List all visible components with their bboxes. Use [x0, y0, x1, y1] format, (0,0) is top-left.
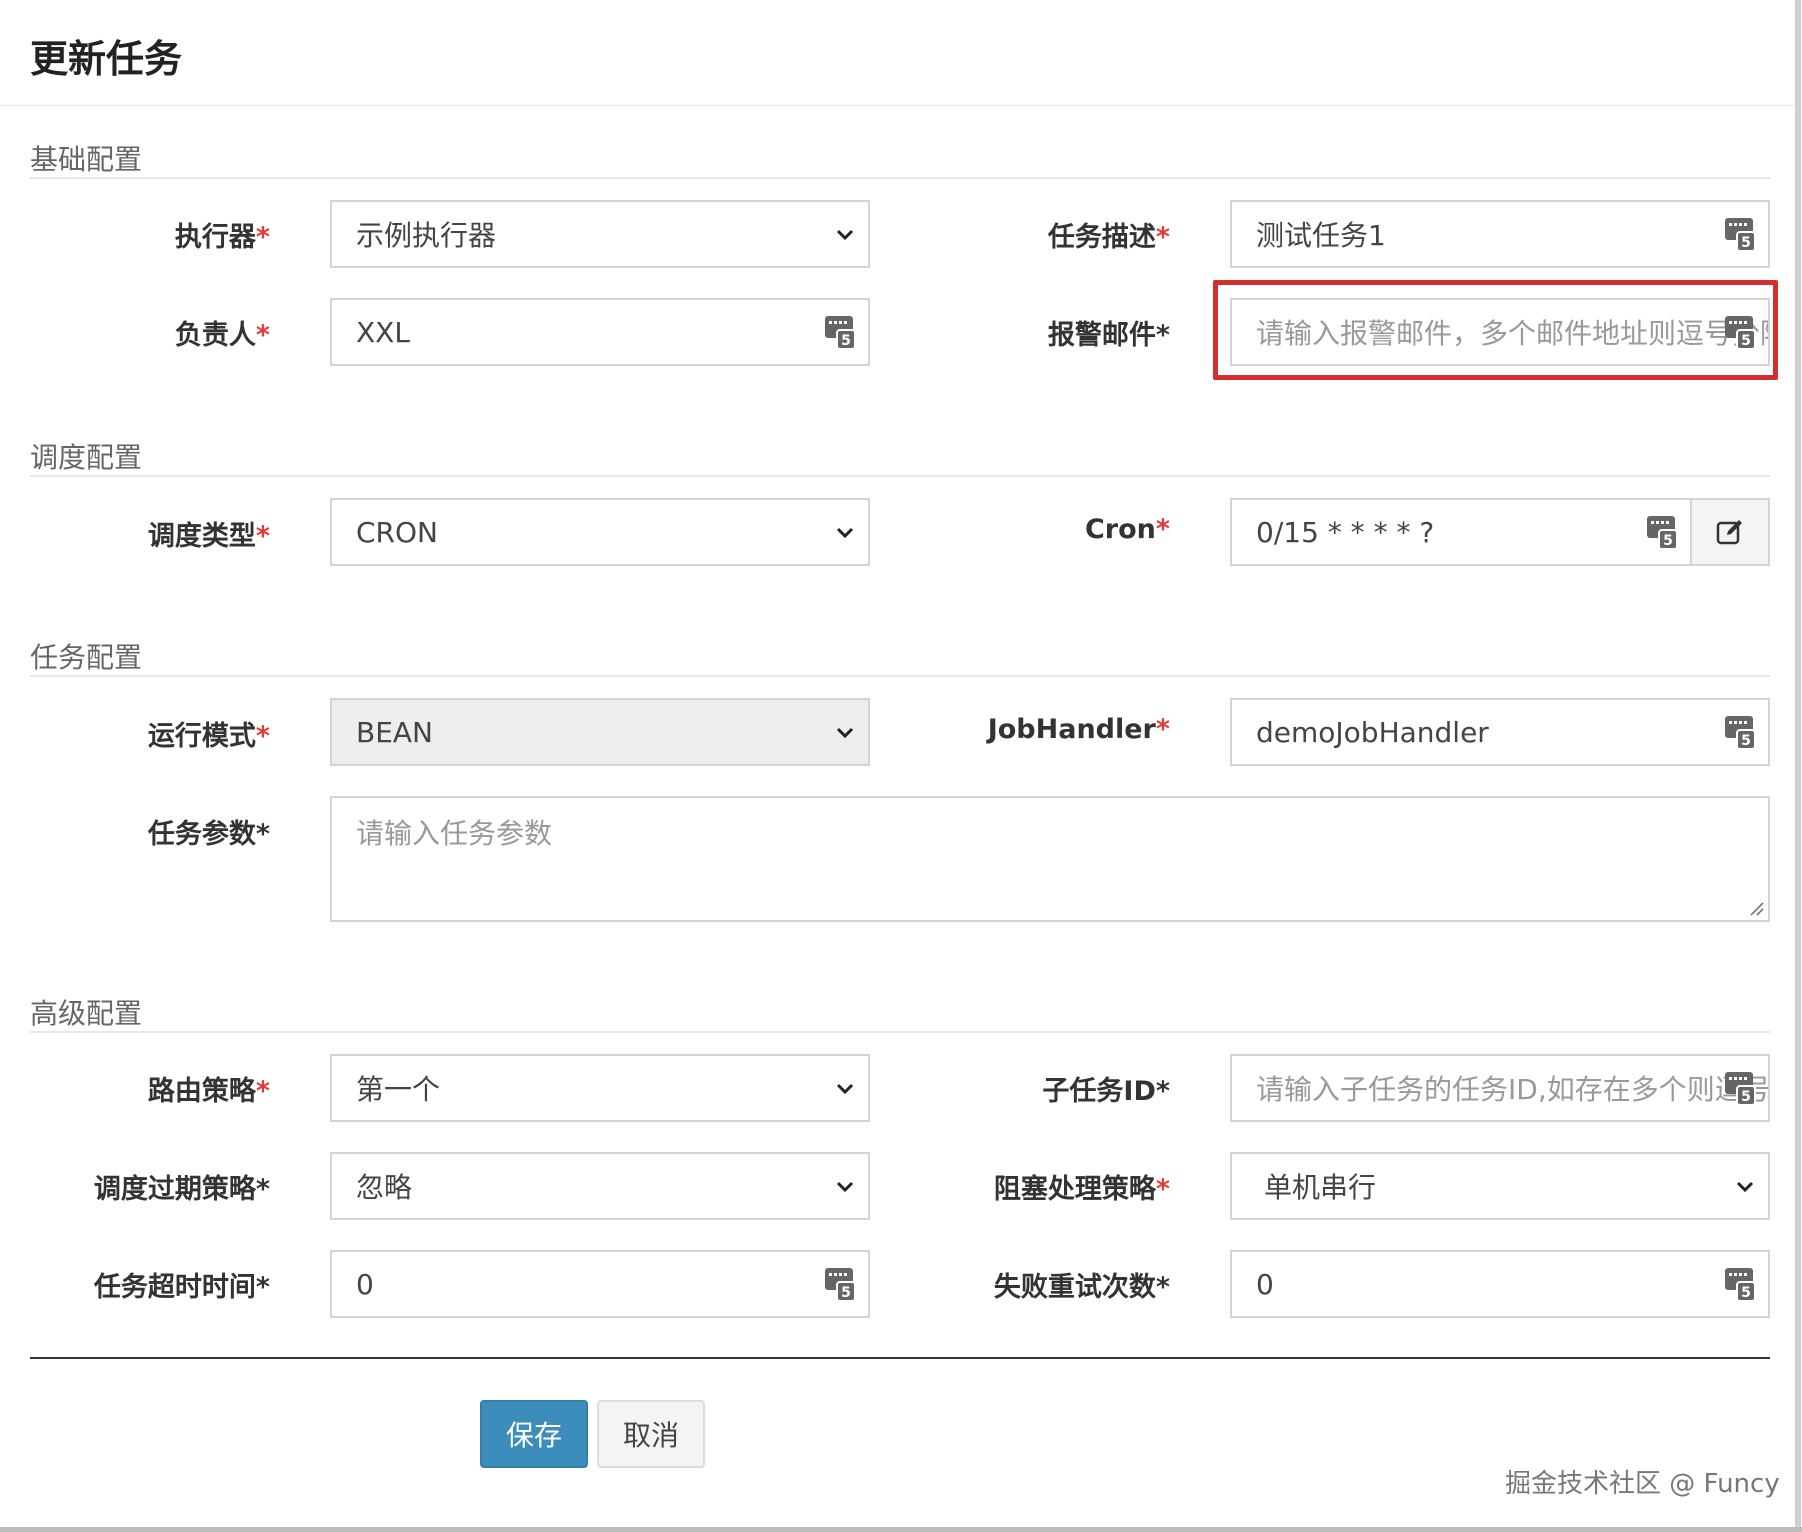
child-job-id-placeholder: 请输入子任务的任务ID,如存在多个则逗号分隔 [1256, 1073, 1768, 1106]
schedule-type-select[interactable]: CRON [330, 498, 870, 566]
glue-type-label: 运行模式* [147, 721, 270, 752]
keyboard-5-icon[interactable]: 5 [824, 314, 856, 350]
chevron-down-icon [836, 1181, 854, 1193]
header-divider [0, 105, 1795, 106]
job-param-textarea[interactable]: 请输入任务参数 [330, 796, 1770, 922]
svg-text:5: 5 [841, 1285, 851, 1301]
job-desc-value: 测试任务1 [1256, 219, 1386, 252]
chevron-down-icon [836, 527, 854, 539]
route-strategy-value: 第一个 [356, 1073, 441, 1106]
section-title-advanced: 高级配置 [30, 997, 143, 1030]
job-handler-label: JobHandler* [987, 714, 1170, 745]
child-job-id-input[interactable]: 请输入子任务的任务ID,如存在多个则逗号分隔 5 [1230, 1054, 1770, 1122]
author-value: XXL [356, 315, 410, 349]
watermark: 掘金技术社区 @ Funcy [1505, 1469, 1780, 1499]
svg-text:5: 5 [1741, 1285, 1751, 1301]
section-title-task: 任务配置 [30, 641, 143, 674]
fail-retry-input[interactable]: 0 5 [1230, 1250, 1770, 1318]
job-param-label: 任务参数* [147, 819, 270, 850]
keyboard-5-icon[interactable]: 5 [824, 1266, 856, 1302]
fail-retry-value: 0 [1256, 1267, 1274, 1301]
glue-type-value: BEAN [356, 715, 433, 749]
executor-value: 示例执行器 [356, 219, 497, 252]
svg-text:5: 5 [1741, 1089, 1751, 1105]
schedule-type-value: CRON [356, 515, 438, 549]
fail-retry-label: 失败重试次数* [993, 1272, 1170, 1303]
keyboard-5-icon[interactable]: 5 [1724, 714, 1756, 750]
cron-label: Cron* [1084, 514, 1170, 545]
executor-select[interactable]: 示例执行器 [330, 200, 870, 268]
edit-icon [1716, 520, 1742, 545]
keyboard-5-icon[interactable]: 5 [1646, 514, 1678, 550]
glue-type-select[interactable]: BEAN [330, 698, 870, 766]
footer-divider [30, 1357, 1770, 1359]
svg-text:5: 5 [1741, 733, 1751, 749]
cron-edit-button[interactable] [1692, 498, 1770, 566]
author-label: 负责人* [174, 320, 270, 351]
executor-label: 执行器* [174, 222, 270, 253]
route-strategy-select[interactable]: 第一个 [330, 1054, 870, 1122]
section-divider-advanced [30, 1031, 1770, 1033]
block-strategy-value: 单机串行 [1264, 1171, 1377, 1204]
resize-handle-icon[interactable] [1748, 900, 1764, 916]
save-button[interactable]: 保存 [480, 1400, 588, 1468]
job-param-placeholder: 请输入任务参数 [356, 817, 553, 850]
section-title-schedule: 调度配置 [30, 441, 143, 474]
misfire-strategy-value: 忽略 [356, 1171, 413, 1204]
job-desc-input[interactable]: 测试任务1 5 [1230, 200, 1770, 268]
misfire-strategy-label: 调度过期策略* [93, 1174, 270, 1205]
job-handler-value: demoJobHandler [1256, 715, 1489, 749]
chevron-down-icon [836, 727, 854, 739]
child-job-id-label: 子任务ID* [1042, 1076, 1170, 1107]
route-strategy-label: 路由策略* [147, 1076, 270, 1107]
svg-text:5: 5 [841, 333, 851, 349]
misfire-strategy-select[interactable]: 忽略 [330, 1152, 870, 1220]
svg-text:5: 5 [1663, 533, 1673, 549]
timeout-label: 任务超时时间* [93, 1272, 270, 1303]
chevron-down-icon [836, 229, 854, 241]
timeout-input[interactable]: 0 5 [330, 1250, 870, 1318]
block-strategy-label: 阻塞处理策略* [993, 1174, 1170, 1205]
cron-input[interactable]: 0/15 * * * * ? 5 [1230, 498, 1692, 566]
chevron-down-icon [1736, 1181, 1754, 1193]
job-handler-input[interactable]: demoJobHandler 5 [1230, 698, 1770, 766]
section-divider-schedule [30, 475, 1770, 477]
bottom-edge [0, 1527, 1802, 1532]
cancel-button[interactable]: 取消 [597, 1400, 705, 1468]
author-input[interactable]: XXL 5 [330, 298, 870, 366]
keyboard-5-icon[interactable]: 5 [1724, 1070, 1756, 1106]
block-strategy-select[interactable]: 单机串行 [1230, 1152, 1770, 1220]
scrollbar-edge [1795, 0, 1801, 1532]
chevron-down-icon [836, 1083, 854, 1095]
schedule-type-label: 调度类型* [147, 521, 270, 552]
keyboard-5-icon[interactable]: 5 [1724, 1266, 1756, 1302]
alarm-email-label: 报警邮件* [1047, 320, 1170, 351]
modal-title: 更新任务 [30, 37, 183, 81]
job-desc-label: 任务描述* [1047, 222, 1170, 253]
svg-text:5: 5 [1741, 235, 1751, 251]
section-divider-basic [30, 177, 1770, 179]
timeout-value: 0 [356, 1267, 374, 1301]
keyboard-5-icon[interactable]: 5 [1724, 216, 1756, 252]
cron-value: 0/15 * * * * ? [1256, 515, 1435, 549]
highlight-annotation [1213, 280, 1778, 380]
section-title-basic: 基础配置 [30, 143, 143, 176]
section-divider-task [30, 675, 1770, 677]
